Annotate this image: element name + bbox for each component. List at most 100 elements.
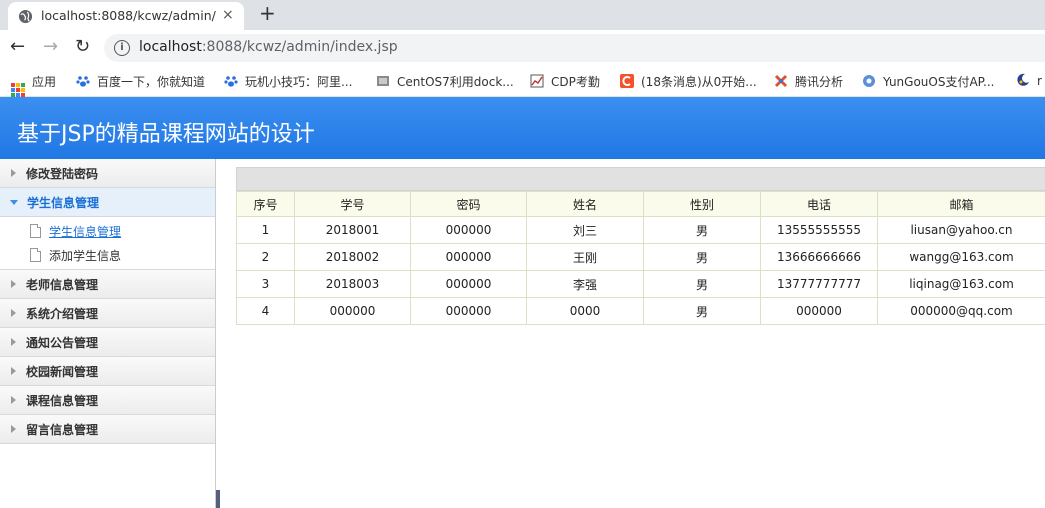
- close-icon[interactable]: ×: [222, 7, 234, 23]
- cell-gender: 男: [643, 270, 761, 298]
- column-header-name: 姓名: [526, 191, 644, 217]
- bookmark-label: YunGouOS支付AP...: [883, 75, 995, 89]
- bookmark-tips[interactable]: 玩机小技巧：阿里...: [224, 73, 352, 90]
- column-header-password: 密码: [410, 191, 527, 217]
- cell-email: 000000@qq.com: [877, 297, 1045, 325]
- bookmark-yungou[interactable]: YunGouOS支付AP...: [862, 73, 995, 90]
- browser-tab-bar: localhost:8088/kcwz/admin/in × +: [0, 0, 1045, 30]
- bookmark-cdp[interactable]: CDP考勤: [530, 73, 600, 90]
- caret-right-icon: [11, 280, 16, 288]
- forward-icon[interactable]: →: [43, 38, 58, 56]
- cell-gender: 男: [643, 297, 761, 325]
- sidebar-subitem-add-student[interactable]: 添加学生信息: [0, 243, 215, 267]
- bookmark-tencent[interactable]: 腾讯分析: [774, 73, 843, 90]
- sidebar-item-student-management[interactable]: 学生信息管理: [0, 188, 215, 217]
- bookmark-csdn[interactable]: (18条消息)从0开始...: [620, 73, 757, 90]
- bookmark-more[interactable]: r: [1016, 73, 1042, 88]
- column-header-phone: 电话: [760, 191, 878, 217]
- bookmark-centos[interactable]: CentOS7利用dock...: [376, 73, 514, 90]
- cell-phone: 13555555555: [760, 216, 878, 244]
- sidebar-item-system-intro[interactable]: 系统介绍管理: [0, 299, 215, 328]
- sidebar-item-teacher-management[interactable]: 老师信息管理: [0, 270, 215, 299]
- cell-phone: 000000: [760, 297, 878, 325]
- cell-password: 000000: [410, 270, 527, 298]
- csdn-icon: [620, 74, 634, 88]
- document-icon: [30, 224, 41, 238]
- apps-icon: [11, 83, 25, 97]
- cell-email: liqinag@163.com: [877, 270, 1045, 298]
- cell-password: 000000: [410, 243, 527, 271]
- sidebar-item-label: 课程信息管理: [26, 393, 99, 408]
- image-icon: [377, 76, 389, 86]
- sidebar-splitter-handle[interactable]: [216, 490, 220, 508]
- info-icon[interactable]: i: [114, 40, 130, 56]
- column-header-gender: 性别: [643, 191, 761, 217]
- cell-student-id: 2018003: [294, 270, 411, 298]
- cell-email: liusan@yahoo.cn: [877, 216, 1045, 244]
- cell-gender: 男: [643, 216, 761, 244]
- cell-index: 3: [236, 270, 295, 298]
- table-row[interactable]: 2 2018002 000000 王刚 男 13666666666 wangg@…: [236, 243, 1045, 271]
- baidu-paw-icon: [224, 76, 238, 87]
- page-title: 基于JSP的精品课程网站的设计: [17, 122, 315, 147]
- moon-icon: [1017, 73, 1029, 86]
- new-tab-button[interactable]: +: [259, 3, 276, 23]
- sidebar-item-campus-news[interactable]: 校园新闻管理: [0, 357, 215, 386]
- cell-phone: 13666666666: [760, 243, 878, 271]
- column-header-index: 序号: [236, 191, 295, 217]
- cell-name: 王刚: [526, 243, 644, 271]
- cell-name: 李强: [526, 270, 644, 298]
- app-header: 基于JSP的精品课程网站的设计: [0, 97, 1045, 159]
- cell-gender: 男: [643, 243, 761, 271]
- column-header-student-id: 学号: [294, 191, 411, 217]
- table-row[interactable]: 1 2018001 000000 刘三 男 13555555555 liusan…: [236, 216, 1045, 244]
- baidu-paw-icon: [76, 76, 90, 87]
- caret-right-icon: [11, 367, 16, 375]
- sidebar-subitem-student-info[interactable]: 学生信息管理: [0, 219, 215, 243]
- sidebar-item-label: 校园新闻管理: [26, 364, 99, 379]
- caret-right-icon: [11, 338, 16, 346]
- back-icon[interactable]: ←: [10, 38, 25, 56]
- bookmark-label: r: [1037, 74, 1042, 88]
- tencent-icon: [774, 74, 788, 88]
- bookmark-apps[interactable]: 应用: [11, 73, 56, 97]
- sidebar-item-change-password[interactable]: 修改登陆密码: [0, 159, 215, 188]
- cell-name: 刘三: [526, 216, 644, 244]
- content-panel: 序号 学号 密码 姓名 性别 电话 邮箱 1 2018001 000000 刘三…: [236, 167, 1045, 325]
- bookmark-label: CentOS7利用dock...: [397, 75, 514, 89]
- caret-right-icon: [11, 309, 16, 317]
- address-bar[interactable]: i localhost:8088/kcwz/admin/index.jsp: [104, 34, 1045, 62]
- cell-password: 000000: [410, 297, 527, 325]
- bookmarks-bar: 应用 百度一下，你就知道 玩机小技巧：阿里... CentOS7利用dock..…: [0, 66, 1045, 97]
- reload-icon[interactable]: ↻: [75, 38, 90, 56]
- table-row[interactable]: 3 2018003 000000 李强 男 13777777777 liqina…: [236, 270, 1045, 298]
- sidebar-item-message-management[interactable]: 留言信息管理: [0, 415, 215, 444]
- sidebar-item-course-management[interactable]: 课程信息管理: [0, 386, 215, 415]
- bookmark-label: CDP考勤: [551, 75, 600, 89]
- yungou-icon: [863, 75, 875, 87]
- cell-phone: 13777777777: [760, 270, 878, 298]
- table-header-row: 序号 学号 密码 姓名 性别 电话 邮箱: [236, 191, 1045, 217]
- table-row[interactable]: 4 000000 000000 0000 男 000000 000000@qq.…: [236, 297, 1045, 325]
- bookmark-label: (18条消息)从0开始...: [641, 75, 757, 89]
- caret-right-icon: [11, 169, 16, 177]
- sidebar-item-label: 通知公告管理: [26, 335, 99, 350]
- bookmark-label: 腾讯分析: [795, 75, 844, 89]
- bookmark-baidu[interactable]: 百度一下，你就知道: [76, 73, 205, 90]
- url-text[interactable]: localhost:8088/kcwz/admin/index.jsp: [139, 39, 398, 55]
- sidebar: 修改登陆密码 学生信息管理 学生信息管理 添加学生信息 老师信息管理 系统介绍管…: [0, 159, 216, 508]
- caret-down-icon: [10, 199, 18, 205]
- cell-password: 000000: [410, 216, 527, 244]
- cell-index: 1: [236, 216, 295, 244]
- browser-tab[interactable]: localhost:8088/kcwz/admin/in ×: [8, 2, 244, 30]
- sidebar-item-label: 老师信息管理: [26, 277, 99, 292]
- caret-right-icon: [11, 396, 16, 404]
- bookmark-label: 百度一下，你就知道: [97, 75, 206, 89]
- url-host: localhost: [139, 39, 202, 55]
- column-header-email: 邮箱: [877, 191, 1045, 217]
- cell-index: 4: [236, 297, 295, 325]
- sidebar-item-notice-management[interactable]: 通知公告管理: [0, 328, 215, 357]
- bookmark-label: 应用: [32, 75, 57, 89]
- url-path: :8088/kcwz/admin/index.jsp: [201, 39, 398, 55]
- cell-student-id: 000000: [294, 297, 411, 325]
